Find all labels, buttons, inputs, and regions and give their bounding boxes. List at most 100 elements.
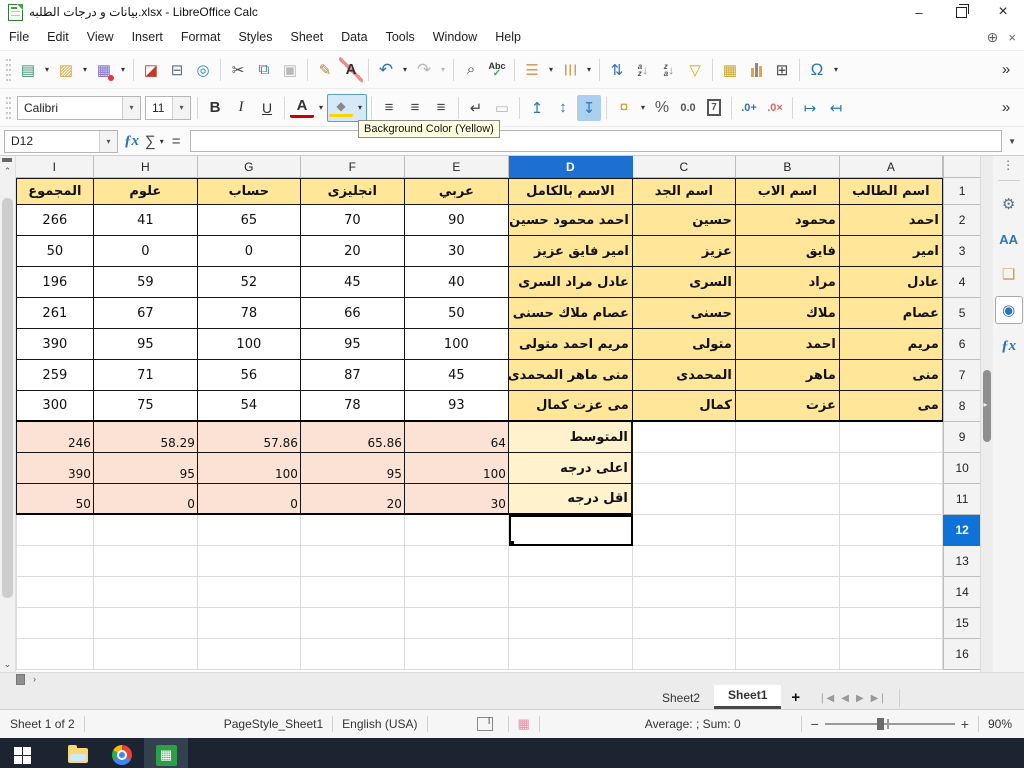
special-character-dropdown-icon[interactable]: ▾ (831, 57, 841, 83)
vertical-scrollbar[interactable]: ⌃ ⌄ (0, 156, 16, 672)
cell-E13[interactable] (404, 546, 509, 577)
cell-C6[interactable]: متولى (632, 329, 736, 360)
cell-C11[interactable] (632, 484, 736, 515)
cell-I2[interactable]: 266 (15, 205, 94, 236)
autofilter-icon[interactable]: ▽ (683, 57, 707, 83)
cell-F9[interactable]: 65.86 (300, 422, 405, 453)
row-header-12[interactable]: 12 (942, 515, 981, 546)
cell-I11[interactable]: 50 (15, 484, 94, 515)
insert-chart-icon[interactable] (744, 57, 768, 83)
cell-G11[interactable]: 0 (197, 484, 301, 515)
cell-E10[interactable]: 100 (404, 453, 509, 484)
next-sheet-icon[interactable]: ▶ (856, 693, 864, 704)
cell-C8[interactable]: كمال (632, 391, 736, 422)
bold-icon[interactable]: B (203, 95, 227, 121)
font-name-combo[interactable]: Calibri ▾ (17, 95, 141, 120)
cell-I6[interactable]: 390 (15, 329, 94, 360)
new-dropdown-icon[interactable]: ▾ (42, 57, 52, 83)
add-decimal-icon[interactable]: .0+ (737, 95, 761, 121)
update-globe-icon[interactable]: ⊕ (987, 29, 999, 46)
previous-sheet-icon[interactable]: ◀ (841, 693, 849, 704)
navigator-icon[interactable]: ◉ (994, 296, 1023, 324)
last-sheet-icon[interactable]: ▶❘ (871, 693, 887, 704)
cell-G2[interactable]: 65 (197, 205, 301, 236)
cell-E7[interactable]: 45 (404, 360, 509, 391)
cell-A3[interactable]: امير (839, 236, 943, 267)
cell-B16[interactable] (735, 639, 840, 670)
clone-formatting-icon[interactable]: ✎ (313, 57, 337, 83)
cell-D4[interactable]: عادل مراد السرى (508, 267, 633, 298)
cell-D11[interactable]: اقل درجه (508, 484, 633, 515)
cell-I16[interactable] (15, 639, 94, 670)
font-color-dropdown-icon[interactable]: ▾ (316, 95, 326, 121)
cell-D14[interactable] (508, 577, 633, 608)
cell-A7[interactable]: منى (839, 360, 943, 391)
sum-dropdown-icon[interactable]: ▾ (157, 128, 167, 154)
selection-mode-icon[interactable] (476, 716, 493, 731)
cell-H4[interactable]: 59 (93, 267, 198, 298)
cell-E8[interactable]: 93 (404, 391, 509, 422)
italic-icon[interactable]: I (229, 95, 253, 121)
cell-A13[interactable] (839, 546, 943, 577)
cell-C4[interactable]: السرى (632, 267, 736, 298)
cell-G16[interactable] (197, 639, 301, 670)
scroll-right-icon[interactable]: › (33, 674, 36, 684)
start-button[interactable] (0, 738, 44, 768)
menu-window[interactable]: Window (424, 26, 486, 48)
decrease-indent-icon[interactable]: ↤ (824, 95, 848, 121)
underline-icon[interactable]: U (255, 95, 279, 121)
column-header-F[interactable]: F (300, 156, 405, 178)
cell-H3[interactable]: 0 (93, 236, 198, 267)
taskbar-libreoffice-calc[interactable]: ▦ (144, 738, 188, 768)
styles-icon[interactable]: AA (996, 226, 1022, 252)
cell-C9[interactable] (632, 422, 736, 453)
horizontal-scroll-thumb[interactable] (16, 673, 25, 685)
close-document-button[interactable]: × (1008, 30, 1016, 45)
clear-formatting-icon[interactable]: A (339, 56, 363, 83)
vertical-split-handle[interactable] (2, 158, 12, 162)
cell-B11[interactable] (735, 484, 840, 515)
cell-F5[interactable]: 66 (300, 298, 405, 329)
cell-G9[interactable]: 57.86 (197, 422, 301, 453)
cell-I10[interactable]: 390 (15, 453, 94, 484)
open-icon[interactable]: ▨ (54, 57, 78, 83)
row-header-3[interactable]: 3 (942, 236, 981, 267)
cell-E11[interactable]: 30 (404, 484, 509, 515)
tab-sheet2[interactable]: Sheet2 (648, 688, 714, 709)
undo-icon[interactable]: ↶ (374, 57, 398, 83)
restore-button[interactable] (940, 0, 982, 24)
cell-E15[interactable] (404, 608, 509, 639)
taskbar-file-explorer[interactable] (56, 738, 100, 768)
cell-E6[interactable]: 100 (404, 329, 509, 360)
zoom-in-icon[interactable]: + (961, 716, 969, 732)
row-header-1[interactable]: 1 (942, 178, 981, 205)
row-header-9[interactable]: 9 (942, 422, 981, 453)
cell-C16[interactable] (632, 639, 736, 670)
cell-I14[interactable] (15, 577, 94, 608)
zoom-percent[interactable]: 90% (988, 717, 1012, 731)
cell-H7[interactable]: 71 (93, 360, 198, 391)
delete-decimal-icon[interactable]: .0× (763, 95, 787, 121)
cell-I7[interactable]: 259 (15, 360, 94, 391)
copy-icon[interactable]: ⧉ (252, 57, 276, 83)
cell-H5[interactable]: 67 (93, 298, 198, 329)
cell-I12[interactable] (15, 515, 94, 546)
minimize-button[interactable]: – (898, 0, 940, 24)
zoom-out-icon[interactable]: − (811, 716, 819, 732)
cell-F2[interactable]: 70 (300, 205, 405, 236)
export-pdf-icon[interactable]: ◪ (139, 57, 163, 83)
cell-C7[interactable]: المحمدى (632, 360, 736, 391)
background-color-button-hovered[interactable]: ◆ ▾ (327, 93, 367, 122)
cell-F11[interactable]: 20 (300, 484, 405, 515)
sum-icon[interactable]: ∑ (145, 133, 156, 150)
undo-dropdown-icon[interactable]: ▾ (400, 57, 410, 83)
formula-input[interactable] (190, 130, 1003, 152)
taskbar-chrome[interactable] (100, 738, 144, 768)
spelling-icon[interactable]: Abc ✓ (485, 57, 509, 83)
special-character-icon[interactable]: Ω (805, 57, 829, 83)
cell-E5[interactable]: 50 (404, 298, 509, 329)
cell-B12[interactable] (735, 515, 840, 546)
cell-I4[interactable]: 196 (15, 267, 94, 298)
name-box[interactable]: D12 ▾ (4, 129, 118, 153)
cell-C10[interactable] (632, 453, 736, 484)
